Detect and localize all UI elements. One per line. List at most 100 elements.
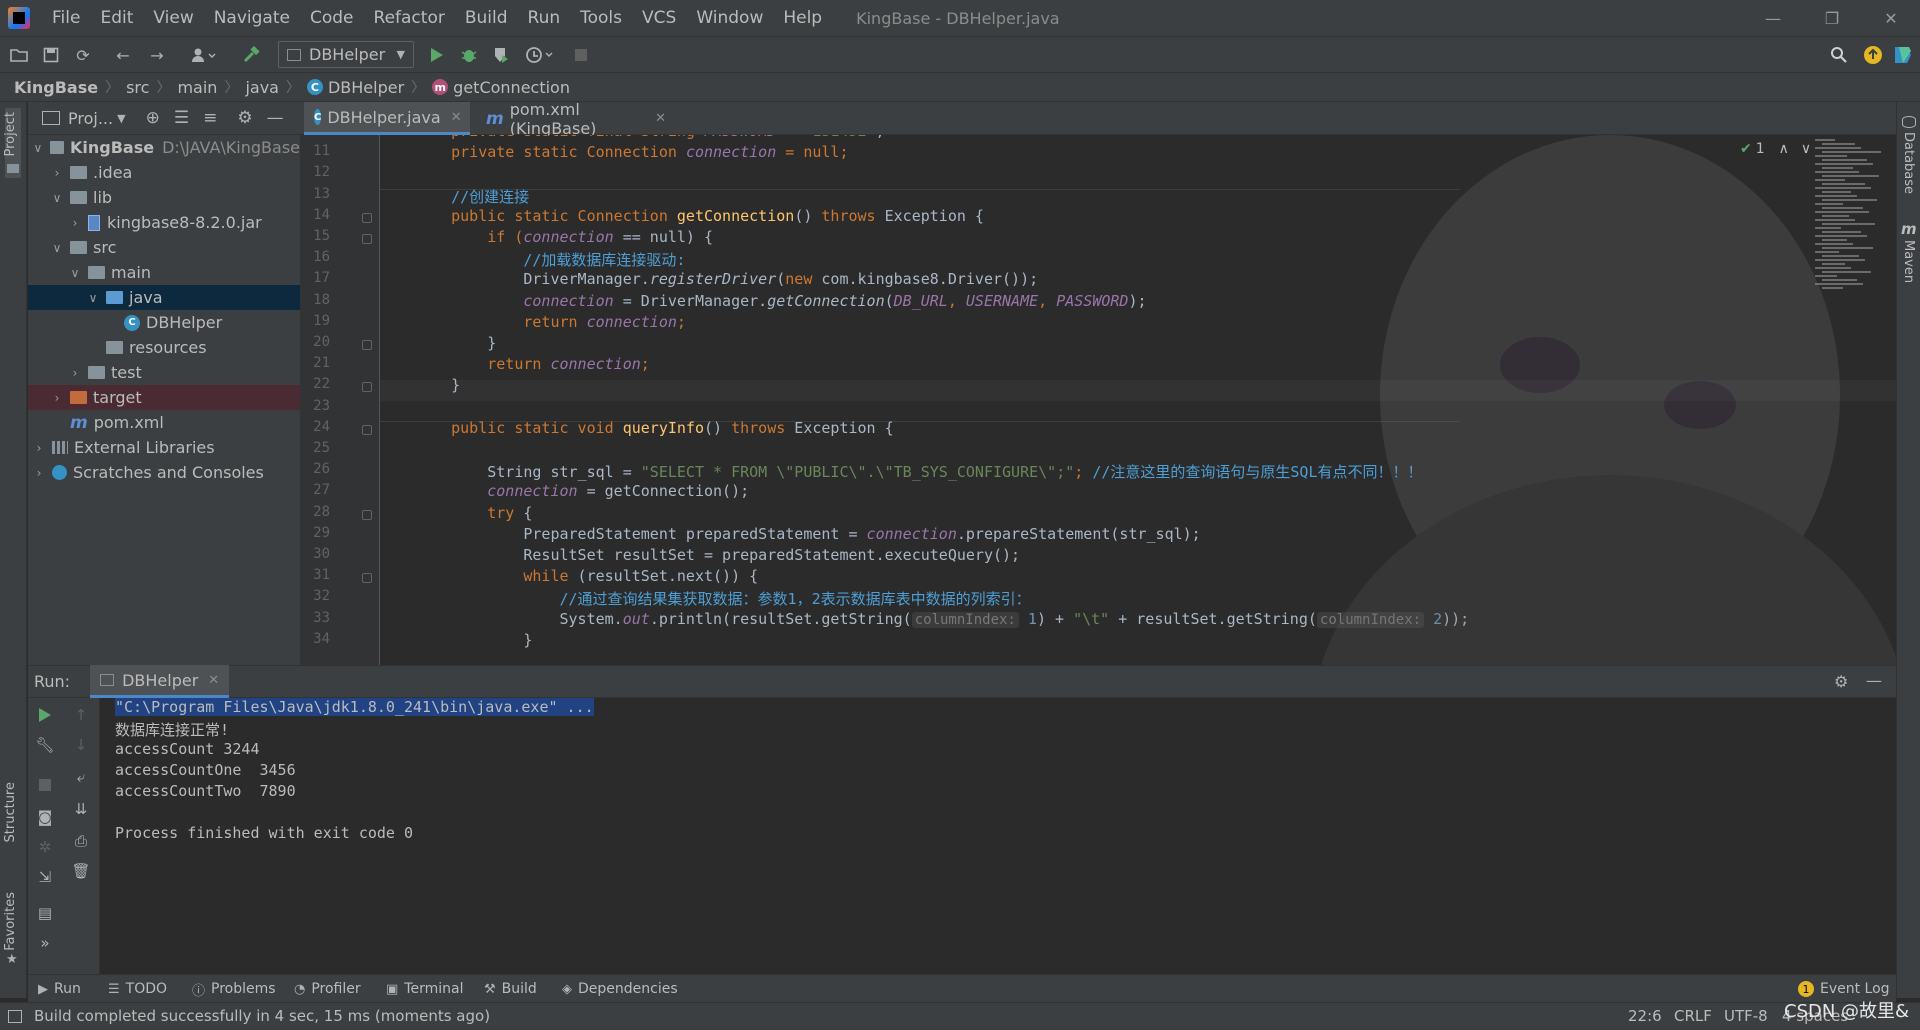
gear-icon[interactable]: ⚙	[237, 108, 252, 128]
bottom-tab-problems[interactable]: ⓘ Problems	[192, 975, 276, 1003]
project-tool-button[interactable]: Project	[3, 112, 18, 156]
menu-code[interactable]: Code	[300, 0, 364, 36]
stop-icon[interactable]	[34, 774, 56, 796]
fold-marker-icon[interactable]	[362, 424, 372, 435]
run-configuration-select[interactable]: DBHelper ▼	[278, 41, 414, 68]
tree-item-scratches[interactable]: › Scratches and Consoles	[28, 460, 300, 485]
chevron-right-icon[interactable]: ›	[32, 441, 46, 455]
tree-item-dbhelper[interactable]: C DBHelper	[28, 310, 300, 335]
hide-icon[interactable]: —	[1866, 671, 1882, 690]
soft-wrap-icon[interactable]: ⤶	[70, 766, 92, 788]
user-icon[interactable]	[186, 44, 222, 66]
bottom-tab-profiler[interactable]: ◔ Profiler	[294, 975, 361, 1003]
arrow-up-icon[interactable]: ↑	[70, 704, 92, 726]
menu-run[interactable]: Run	[518, 0, 571, 36]
run-icon[interactable]	[426, 44, 448, 66]
maven-tool-button[interactable]: Maven	[1901, 240, 1916, 283]
run-console[interactable]: "C:\Program Files\Java\jdk1.8.0_241\bin\…	[100, 698, 1896, 974]
more-icon[interactable]: »	[34, 932, 56, 954]
gear-icon[interactable]: ⚙	[1834, 672, 1848, 691]
chevron-right-icon[interactable]: ›	[68, 366, 82, 380]
tree-item-idea[interactable]: › .idea	[28, 160, 300, 185]
close-icon[interactable]: ✕	[208, 673, 219, 688]
menu-help[interactable]: Help	[773, 0, 832, 36]
tree-item-jar[interactable]: › kingbase8-8.2.0.jar	[28, 210, 300, 235]
menu-tools[interactable]: Tools	[570, 0, 632, 36]
forward-icon[interactable]: →	[146, 44, 168, 66]
breadcrumb-project[interactable]: KingBase	[14, 78, 98, 97]
tree-item-resources[interactable]: resources	[28, 335, 300, 360]
fold-marker-icon[interactable]	[362, 234, 372, 244]
chevron-right-icon[interactable]: ›	[50, 166, 64, 180]
chevron-right-icon[interactable]: ›	[68, 216, 82, 230]
run-tab-dbhelper[interactable]: DBHelper ✕	[90, 665, 230, 698]
chevron-down-icon[interactable]: ∨	[50, 241, 64, 255]
fold-marker-icon[interactable]	[362, 212, 372, 223]
caret-position[interactable]: 22:6	[1628, 1007, 1662, 1025]
tree-item-external-libraries[interactable]: › External Libraries	[28, 435, 300, 460]
save-icon[interactable]	[40, 44, 62, 66]
tree-item-main[interactable]: ∨ main	[28, 260, 300, 285]
rerun-icon[interactable]	[34, 704, 56, 726]
breadcrumb-method[interactable]: m getConnection	[432, 78, 570, 97]
trash-icon[interactable]: 🗑︎	[70, 860, 92, 882]
menu-file[interactable]: File	[42, 0, 90, 36]
status-message[interactable]: Build completed successfully in 4 sec, 1…	[34, 1007, 490, 1025]
menu-window[interactable]: Window	[686, 0, 773, 36]
close-icon[interactable]: ✕	[655, 111, 666, 126]
breadcrumb-src[interactable]: src	[126, 78, 149, 97]
camera-icon[interactable]: ◙	[34, 806, 56, 828]
scroll-to-end-icon[interactable]: ⇊	[70, 798, 92, 820]
chevron-up-icon[interactable]: ∧	[1779, 141, 1789, 157]
bottom-tab-terminal[interactable]: ▣ Terminal	[386, 975, 463, 1003]
chevron-right-icon[interactable]: ›	[50, 391, 64, 405]
menu-vcs[interactable]: VCS	[632, 0, 686, 36]
stop-icon[interactable]	[570, 44, 592, 66]
breadcrumb-java[interactable]: java	[245, 78, 279, 97]
chevron-down-icon[interactable]: ∨	[68, 266, 82, 280]
database-tool-button[interactable]: Database	[1901, 132, 1916, 194]
menu-build[interactable]: Build	[455, 0, 518, 36]
bottom-tab-build[interactable]: ⚒ Build	[484, 975, 537, 1003]
menu-refactor[interactable]: Refactor	[364, 0, 455, 36]
menu-view[interactable]: View	[143, 0, 203, 36]
tree-item-kingbase[interactable]: ∨ KingBase D:\JAVA\KingBase	[28, 135, 300, 160]
breadcrumb-class[interactable]: C DBHelper	[306, 78, 404, 97]
folder-open-icon[interactable]	[8, 44, 30, 66]
tree-item-lib[interactable]: ∨ lib	[28, 185, 300, 210]
collapse-all-icon[interactable]: ≡	[203, 108, 217, 128]
menu-navigate[interactable]: Navigate	[204, 0, 300, 36]
chevron-down-icon[interactable]: ∨	[1801, 141, 1811, 157]
search-icon[interactable]	[1828, 44, 1850, 66]
tree-item-test[interactable]: › test	[28, 360, 300, 385]
fold-marker-icon[interactable]	[362, 382, 372, 393]
profile-icon[interactable]	[522, 44, 558, 66]
sync-icon[interactable]: ⟳	[72, 44, 94, 66]
debug-gear-icon[interactable]: ✲	[34, 836, 56, 858]
tree-item-src[interactable]: ∨ src	[28, 235, 300, 260]
coverage-icon[interactable]	[490, 44, 512, 66]
fold-marker-icon[interactable]	[362, 509, 372, 520]
toggle-tool-windows-icon[interactable]	[8, 1010, 22, 1023]
tree-item-pom[interactable]: m pom.xml	[28, 410, 300, 435]
layout-icon[interactable]: ▤	[34, 902, 56, 924]
favorites-tool-button[interactable]: Favorites	[3, 892, 18, 951]
file-encoding[interactable]: UTF-8	[1724, 1007, 1768, 1025]
chevron-down-icon[interactable]: ∨	[32, 141, 44, 155]
plugin-icon[interactable]	[1892, 44, 1914, 66]
bottom-tab-dependencies[interactable]: ◈ Dependencies	[562, 975, 678, 1003]
wrench-icon[interactable]: 🔧︎	[34, 734, 56, 756]
minimize-button[interactable]: —	[1744, 0, 1802, 36]
close-icon[interactable]: ✕	[451, 110, 462, 125]
bottom-tab-todo[interactable]: ☰ TODO	[108, 975, 167, 1003]
chevron-down-icon[interactable]: ∨	[86, 291, 100, 305]
debug-icon[interactable]	[458, 44, 480, 66]
tab-dbhelper[interactable]: C DBHelper.java ✕	[304, 102, 470, 135]
build-hammer-icon[interactable]	[240, 44, 262, 66]
expand-all-icon[interactable]: ☰	[174, 108, 189, 128]
hide-icon[interactable]: —	[267, 108, 284, 128]
line-separator[interactable]: CRLF	[1674, 1007, 1712, 1025]
tree-item-java[interactable]: ∨ java	[28, 285, 300, 310]
code-minimap[interactable]	[1815, 135, 1891, 665]
breadcrumb-main[interactable]: main	[177, 78, 217, 97]
